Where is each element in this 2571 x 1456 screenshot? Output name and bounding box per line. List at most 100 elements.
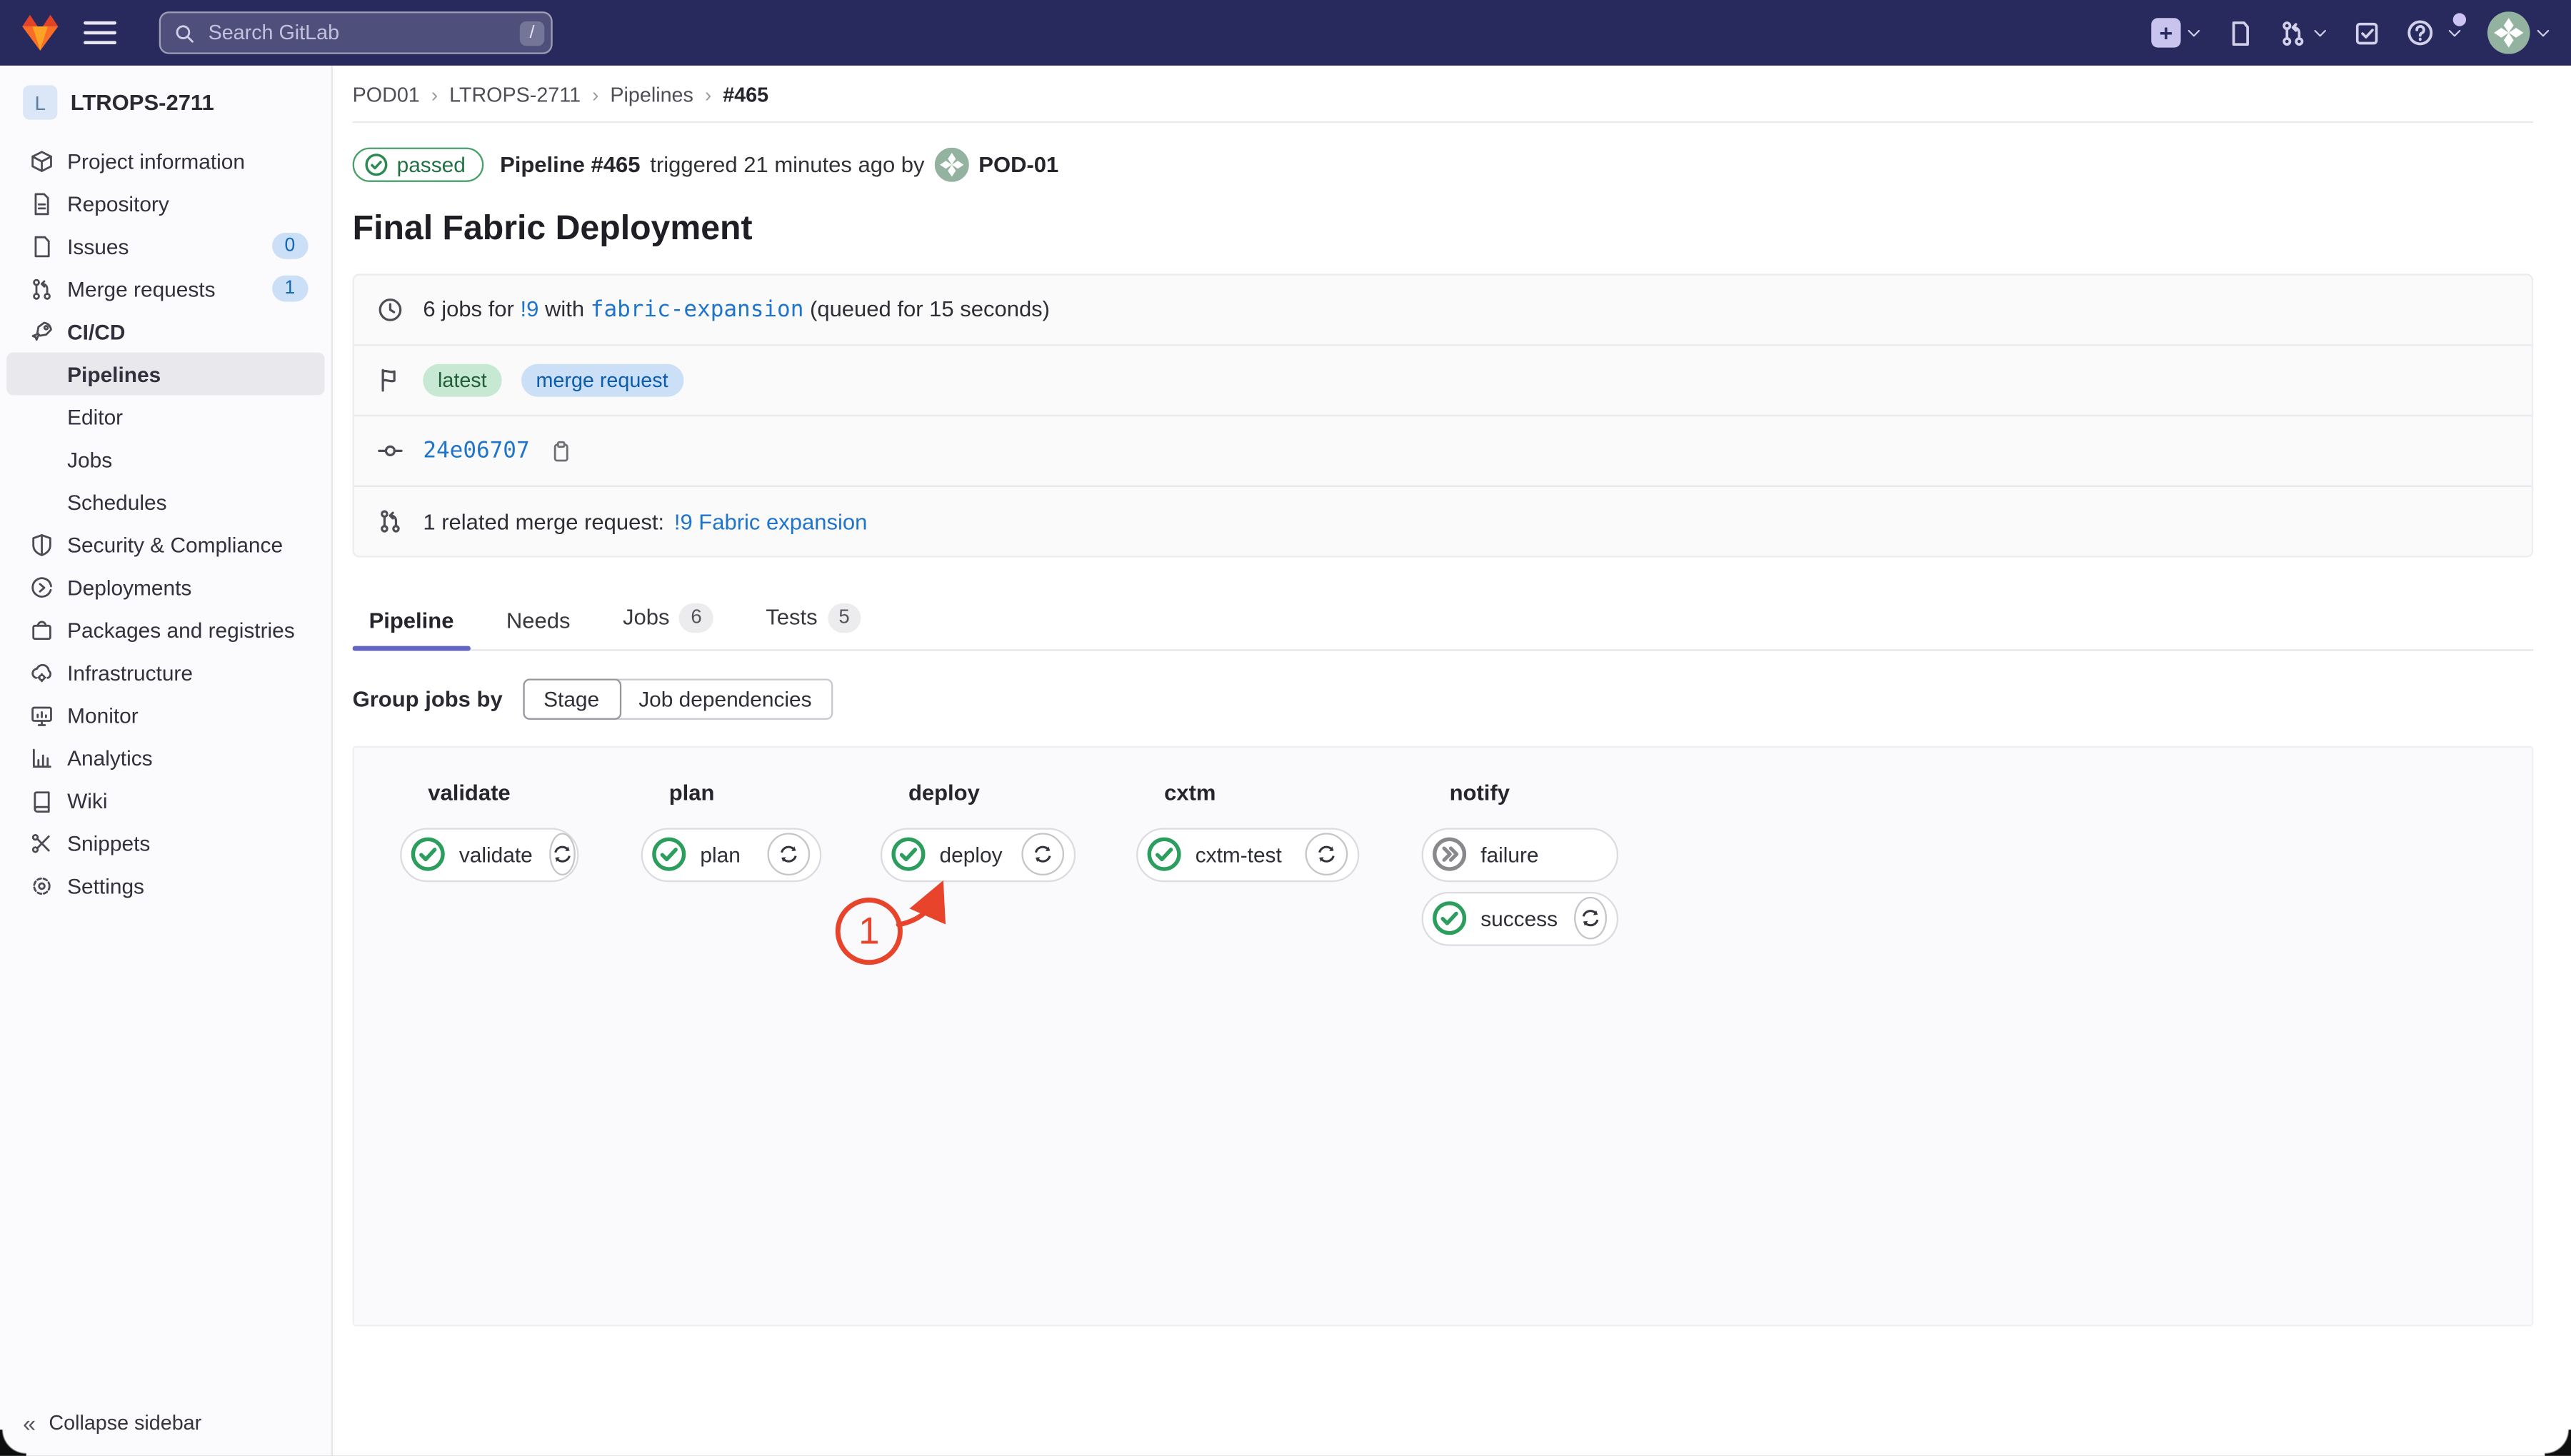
collapse-sidebar-button[interactable]: « Collapse sidebar <box>0 1390 331 1456</box>
repository-icon <box>29 191 54 215</box>
sidebar-item-merge-requests[interactable]: Merge requests 1 <box>6 267 324 310</box>
stage-cxtm: cxtm cxtm-test <box>1136 747 1359 881</box>
user-menu-button[interactable] <box>2487 11 2552 54</box>
sidebar-item-label: Settings <box>67 873 144 898</box>
sidebar-item-editor[interactable]: Editor <box>6 395 324 438</box>
job-failure[interactable]: failure <box>1422 828 1619 882</box>
project-context-header[interactable]: L LTROPS-2711 <box>0 66 331 136</box>
job-name: validate <box>459 842 536 866</box>
job-deploy[interactable]: deploy <box>881 828 1076 882</box>
tab-pipeline[interactable]: Pipeline <box>353 598 471 648</box>
jobs-info-row: 6 jobs for !9 with fabric-expansion (que… <box>354 276 2532 346</box>
chevron-down-icon <box>2312 24 2328 41</box>
job-name: plan <box>700 842 743 866</box>
sidebar-item-issues[interactable]: Issues 0 <box>6 225 324 268</box>
job-success[interactable]: success <box>1422 891 1619 945</box>
search-input[interactable] <box>205 20 510 46</box>
group-jobs-segmented-control: Stage Job dependencies <box>522 678 833 719</box>
job-name: cxtm-test <box>1196 842 1286 866</box>
related-mr-row: 1 related merge request: !9 Fabric expan… <box>354 487 2532 556</box>
breadcrumb-group[interactable]: POD01 <box>353 84 420 106</box>
new-menu-button[interactable]: + <box>2151 18 2202 47</box>
retry-job-button[interactable] <box>1021 833 1064 876</box>
group-by-stage-button[interactable]: Stage <box>522 678 621 719</box>
mr-link[interactable]: !9 <box>520 297 538 321</box>
job-name: deploy <box>940 842 1006 866</box>
retry-job-button[interactable] <box>767 833 810 876</box>
sidebar-item-settings[interactable]: Settings <box>6 864 324 907</box>
sidebar-item-project-information[interactable]: Project information <box>6 139 324 182</box>
gitlab-pipeline-page: / + <box>0 0 2571 1456</box>
merge-requests-shortcut-button[interactable] <box>2279 19 2328 46</box>
user-avatar <box>2487 11 2530 54</box>
breadcrumb-project[interactable]: LTROPS-2711 <box>449 84 581 106</box>
group-jobs-control: Group jobs by Stage Job dependencies <box>353 678 2534 719</box>
sidebar-item-analytics[interactable]: Analytics <box>6 736 324 779</box>
status-success-icon <box>891 836 927 873</box>
jobs-with-text: with <box>545 297 584 321</box>
sidebar-item-schedules[interactable]: Schedules <box>6 481 324 523</box>
retry-job-button[interactable] <box>1574 897 1607 940</box>
tab-jobs[interactable]: Jobs 6 <box>606 593 730 648</box>
merge-request-icon <box>29 276 54 301</box>
sidebar-item-monitor[interactable]: Monitor <box>6 693 324 736</box>
sidebar-item-label: Infrastructure <box>67 660 193 684</box>
search-icon <box>174 22 195 44</box>
latest-label-pill[interactable]: latest <box>423 363 501 396</box>
sidebar-item-label: Editor <box>67 404 123 428</box>
search-bar[interactable]: / <box>159 11 553 54</box>
jobs-count-badge: 6 <box>679 603 713 632</box>
tab-needs[interactable]: Needs <box>490 598 587 648</box>
merge-request-label-pill[interactable]: merge request <box>521 363 683 396</box>
job-plan[interactable]: plan <box>641 828 822 882</box>
annotation-number: 1 <box>858 909 879 951</box>
triggerer-avatar[interactable] <box>934 148 968 182</box>
hamburger-menu-icon[interactable] <box>84 16 116 49</box>
job-name: failure <box>1480 842 1542 866</box>
jobs-count-text: 6 jobs for <box>423 297 513 321</box>
sidebar-item-infrastructure[interactable]: Infrastructure <box>6 651 324 693</box>
todos-button[interactable] <box>2353 19 2381 46</box>
pipeline-graph: validate validate <box>353 745 2534 1326</box>
tab-label: Needs <box>506 608 571 632</box>
tab-tests[interactable]: Tests 5 <box>749 593 878 648</box>
stage-name: notify <box>1422 747 1619 804</box>
pipeline-status-badge[interactable]: passed <box>353 148 483 182</box>
sidebar-item-pipelines[interactable]: Pipelines <box>6 353 324 396</box>
sidebar-item-snippets[interactable]: Snippets <box>6 821 324 864</box>
gitlab-logo-icon[interactable] <box>20 13 61 52</box>
scissors-icon <box>29 830 54 855</box>
sidebar-item-security-compliance[interactable]: Security & Compliance <box>6 523 324 566</box>
sidebar-item-deployments[interactable]: Deployments <box>6 566 324 608</box>
help-menu-button[interactable] <box>2405 18 2462 47</box>
related-mr-link[interactable]: !9 Fabric expansion <box>674 509 868 533</box>
issues-count-badge: 0 <box>271 232 308 260</box>
sidebar-item-jobs[interactable]: Jobs <box>6 438 324 481</box>
group-by-dependencies-button[interactable]: Job dependencies <box>619 680 831 718</box>
related-mr-text: 1 related merge request: <box>423 509 664 533</box>
tab-label: Jobs <box>623 606 670 630</box>
breadcrumb-pipelines[interactable]: Pipelines <box>610 84 693 106</box>
stage-validate: validate validate <box>400 747 578 881</box>
job-name: success <box>1480 906 1560 930</box>
copy-commit-button[interactable] <box>549 438 572 463</box>
sidebar-item-cicd[interactable]: CI/CD <box>6 310 324 353</box>
retry-job-button[interactable] <box>1305 833 1348 876</box>
merge-request-icon <box>377 508 404 535</box>
flag-icon <box>377 367 404 393</box>
triggerer-name[interactable]: POD-01 <box>978 153 1058 177</box>
sidebar-nav-list: Project information Repository Issues 0 … <box>0 136 331 1390</box>
sidebar-item-packages[interactable]: Packages and registries <box>6 608 324 651</box>
sidebar-item-repository[interactable]: Repository <box>6 182 324 225</box>
job-cxtm-test[interactable]: cxtm-test <box>1136 828 1359 882</box>
help-question-icon <box>2405 18 2435 47</box>
breadcrumb: POD01 › LTROPS-2711 › Pipelines › #465 <box>353 66 2534 106</box>
retry-job-button[interactable] <box>549 833 576 876</box>
sidebar-item-wiki[interactable]: Wiki <box>6 779 324 822</box>
tab-label: Tests <box>766 606 817 630</box>
job-validate[interactable]: validate <box>400 828 578 882</box>
issues-shortcut-button[interactable] <box>2227 19 2255 46</box>
branch-link[interactable]: fabric-expansion <box>591 297 804 323</box>
commit-sha-link[interactable]: 24e06707 <box>423 438 529 464</box>
chart-icon <box>29 745 54 769</box>
